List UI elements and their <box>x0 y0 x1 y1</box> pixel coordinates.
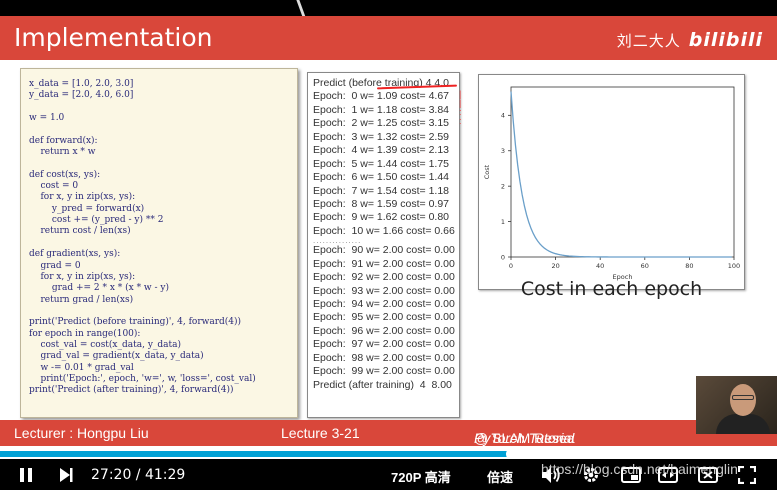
csdn-watermark: https://blog.csdn.net/baimenglin <box>541 461 738 477</box>
output-panel: Predict (before training) 4 4.0 Epoch: 0 … <box>307 72 460 418</box>
cost-chart: 0 20 40 60 80 10001234EpochCost <box>483 86 740 281</box>
cost-chart-panel: 0 20 40 60 80 100 0 1 2 3 4 Epoch Cost <box>478 74 745 290</box>
top-black-bar <box>0 0 777 20</box>
output-line: Epoch: 5 w= 1.44 cost= 1.75 <box>313 157 450 170</box>
y-tick-label: 4 <box>501 112 505 120</box>
code-line: return grad / len(xs) <box>29 294 134 305</box>
output-line: Epoch: 1 w= 1.18 cost= 3.84 <box>313 103 450 116</box>
output-line: Epoch: 91 w= 2.00 cost= 0.00 <box>313 257 455 270</box>
x-tick-label: 0 <box>509 262 513 270</box>
y-tick-label: 3 <box>501 147 505 155</box>
presenter-body <box>716 414 770 434</box>
speed-button[interactable]: 倍速 <box>487 467 513 486</box>
code-line: w = 1.0 <box>29 113 65 124</box>
time-separator: / <box>131 467 145 483</box>
x-tick-label: 20 <box>551 262 559 270</box>
code-line: y_data = [2.0, 4.0, 6.0] <box>29 90 134 101</box>
slide-footer: Lecturer : Hongpu Liu Lecture 3-21 PyTor… <box>0 420 777 446</box>
output-line: Epoch: 8 w= 1.59 cost= 0.97 <box>313 197 450 210</box>
code-line: def cost(xs, ys): <box>29 169 101 180</box>
time-display: 27:20 / 41:29 <box>91 467 185 483</box>
presenter-glasses <box>732 395 754 400</box>
x-tick-label: 40 <box>596 262 604 270</box>
chart-caption: Cost in each epoch <box>520 278 703 300</box>
y-tick-label: 1 <box>501 218 505 226</box>
code-panel: x_data = [1.0, 2.0, 3.0] y_data = [2.0, 4… <box>20 68 298 418</box>
output-line: Epoch: 3 w= 1.32 cost= 2.59 <box>313 130 450 143</box>
brand-name: 刘二大人 <box>616 32 681 50</box>
presenter-head <box>730 384 756 416</box>
code-line: for x, y in zip(xs, ys): <box>29 271 136 282</box>
output-line: Epoch: 98 w= 2.00 cost= 0.00 <box>313 351 455 364</box>
code-line: grad_val = gradient(x_data, y_data) <box>29 351 204 362</box>
output-line: Epoch: 90 w= 2.00 cost= 0.00 <box>313 244 455 257</box>
slide-header: Implementation 刘二大人 bilibili <box>0 16 777 60</box>
output-line: Epoch: 92 w= 2.00 cost= 0.00 <box>313 271 455 284</box>
progress-fill <box>0 451 513 457</box>
code-line: grad = 0 <box>29 260 81 271</box>
cost-series-line <box>510 91 732 258</box>
code-line: x_data = [1.0, 2.0, 3.0] <box>29 79 134 89</box>
quality-button[interactable]: 720P 高清 <box>391 467 451 486</box>
code-line: grad += 2 * x * (x * w - y) <box>29 283 169 294</box>
x-tick-label: 100 <box>728 262 740 270</box>
code-line: return x * w <box>29 147 96 158</box>
slide-title: Implementation <box>14 23 213 52</box>
x-tick-label: 60 <box>641 262 649 270</box>
output-line: Epoch: 99 w= 2.00 cost= 0.00 <box>313 365 455 378</box>
progress-bar[interactable] <box>0 448 777 460</box>
slide: Implementation 刘二大人 bilibili x_data = [1.… <box>0 16 777 459</box>
output-line: Epoch: 0 w= 1.09 cost= 4.67 <box>313 90 450 103</box>
code-line: for x, y in zip(xs, ys): <box>29 192 136 203</box>
lecturer-label: Lecturer : Hongpu Liu <box>14 425 149 441</box>
y-tick-label: 0 <box>501 253 505 261</box>
lecture-label: Lecture 3-21 <box>281 425 360 441</box>
x-tick-label: 80 <box>685 262 693 270</box>
current-time: 27:20 <box>91 467 132 483</box>
output-line: Epoch: 9 w= 1.62 cost= 0.80 <box>313 211 450 224</box>
code-line: def forward(x): <box>29 135 98 146</box>
brand: 刘二大人 bilibili <box>617 29 763 51</box>
code-line: cost = 0 <box>29 181 79 192</box>
chart-frame <box>510 86 735 258</box>
code-line: for epoch in range(100): <box>29 328 141 339</box>
bilibili-logo: bilibili <box>688 29 763 51</box>
series-lab: @ SLAM Resea <box>474 430 575 446</box>
y-tick-label: 2 <box>501 182 505 190</box>
output-line: Epoch: 93 w= 2.00 cost= 0.00 <box>313 284 455 297</box>
output-line: Epoch: 95 w= 2.00 cost= 0.00 <box>313 311 455 324</box>
output-line: Epoch: 6 w= 1.50 cost= 1.44 <box>313 171 450 184</box>
code-line: y_pred = forward(x) <box>29 203 145 214</box>
pause-icon[interactable] <box>16 465 36 485</box>
code-line: print('Epoch:', epoch, 'w=', w, 'loss=',… <box>29 373 256 384</box>
output-line: Predict (after training) 4 8.00 <box>313 378 452 391</box>
output-line: Epoch: 7 w= 1.54 cost= 1.18 <box>313 184 450 197</box>
total-time: 41:29 <box>144 467 186 483</box>
code-line: def gradient(xs, ys): <box>29 249 121 260</box>
y-axis-label: Cost <box>483 164 491 179</box>
output-line: Epoch: 94 w= 2.00 cost= 0.00 <box>313 298 455 310</box>
output-line: Epoch: 97 w= 2.00 cost= 0.00 <box>313 338 455 351</box>
annotation-marks: | | : : <box>459 89 462 126</box>
output-line: Epoch: 4 w= 1.39 cost= 2.13 <box>313 144 450 157</box>
code-line: w -= 0.01 * grad_val <box>29 362 134 373</box>
fullscreen-icon[interactable] <box>736 465 758 485</box>
code-line: print('Predict (before training)', 4, fo… <box>29 317 242 328</box>
code-line: print('Predict (after training)', 4, for… <box>29 385 234 396</box>
output-line: Epoch: 2 w= 1.25 cost= 3.15 <box>313 117 450 130</box>
output-line: Epoch: 96 w= 2.00 cost= 0.00 <box>313 324 455 337</box>
next-episode-icon[interactable] <box>56 465 76 485</box>
code-line: return cost / len(xs) <box>29 226 131 237</box>
player-controls: 27:20 / 41:29 720P 高清 倍速 https://blog.cs… <box>0 459 777 490</box>
code-line: cost_val = cost(x_data, y_data) <box>29 339 182 350</box>
code-line: cost += (y_pred - y) ** 2 <box>29 215 164 226</box>
presenter-webcam <box>696 376 777 434</box>
